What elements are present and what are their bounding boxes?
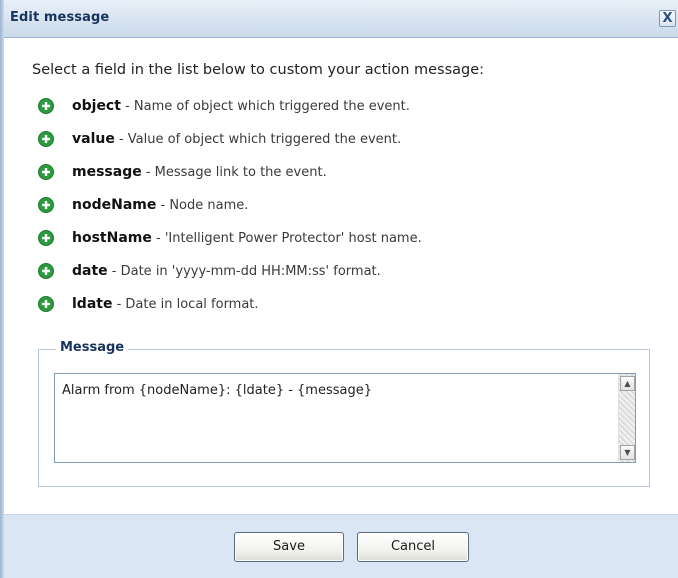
field-name-message[interactable]: message — [72, 164, 142, 180]
plus-circle-icon[interactable] — [38, 164, 54, 180]
plus-circle-icon[interactable] — [38, 263, 54, 279]
message-textarea[interactable]: Alarm from {nodeName}: {ldate} - {messag… — [54, 373, 636, 463]
plus-circle-icon[interactable] — [38, 197, 54, 213]
field-name-value[interactable]: value — [72, 131, 115, 147]
plus-circle-icon[interactable] — [38, 296, 54, 312]
plus-circle-icon[interactable] — [38, 131, 54, 147]
edit-message-dialog: Edit message X Select a field in the lis… — [0, 0, 678, 578]
message-textarea-value: Alarm from {nodeName}: {ldate} - {messag… — [62, 383, 373, 398]
dialog-titlebar[interactable]: Edit message X — [4, 0, 678, 38]
save-button[interactable]: Save — [234, 532, 344, 562]
scroll-down-arrow-icon[interactable]: ▼ — [620, 445, 635, 460]
field-text: value - Value of object which triggered … — [72, 131, 401, 147]
field-description: - Date in local format. — [112, 297, 259, 312]
field-text: hostName - 'Intelligent Power Protector'… — [72, 230, 422, 246]
field-description: - 'Intelligent Power Protector' host nam… — [151, 231, 422, 246]
vertical-scrollbar[interactable]: ▲ ▼ — [618, 374, 635, 462]
cancel-button[interactable]: Cancel — [357, 532, 469, 562]
field-text: object - Name of object which triggered … — [72, 98, 410, 114]
field-name-hostname[interactable]: hostName — [72, 230, 152, 246]
field-text: nodeName - Node name. — [72, 197, 248, 213]
message-legend: Message — [56, 340, 129, 355]
field-description: - Message link to the event. — [141, 165, 327, 180]
close-icon: X — [662, 11, 673, 26]
field-text: ldate - Date in local format. — [72, 296, 259, 312]
instructions-text: Select a field in the list below to cust… — [32, 62, 485, 78]
field-description: - Node name. — [156, 198, 249, 213]
field-description: - Name of object which triggered the eve… — [120, 99, 410, 114]
field-text: date - Date in 'yyyy-mm-dd HH:MM:ss' for… — [72, 263, 381, 279]
field-name-object[interactable]: object — [72, 98, 121, 114]
plus-circle-icon[interactable] — [38, 98, 54, 114]
scroll-up-arrow-icon[interactable]: ▲ — [620, 376, 635, 391]
dialog-title: Edit message — [10, 10, 110, 25]
field-name-date[interactable]: date — [72, 263, 108, 279]
field-name-nodename[interactable]: nodeName — [72, 197, 156, 213]
field-description: - Date in 'yyyy-mm-dd HH:MM:ss' format. — [107, 264, 381, 279]
field-text: message - Message link to the event. — [72, 164, 327, 180]
plus-circle-icon[interactable] — [38, 230, 54, 246]
field-description: - Value of object which triggered the ev… — [114, 132, 402, 147]
field-name-ldate[interactable]: ldate — [72, 296, 112, 312]
close-button[interactable]: X — [659, 10, 676, 27]
